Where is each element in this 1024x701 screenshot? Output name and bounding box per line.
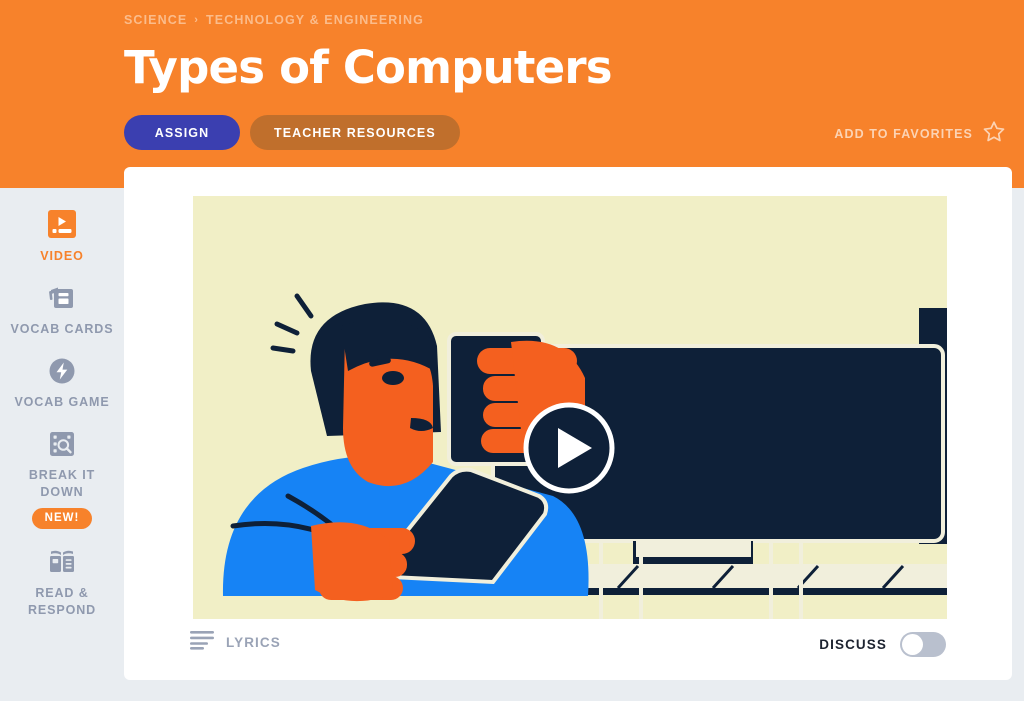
- discuss-toggle[interactable]: [900, 632, 946, 657]
- video-thumbnail-illustration: [193, 196, 947, 619]
- discuss-toggle-knob: [902, 634, 923, 655]
- lyrics-button[interactable]: LYRICS: [190, 630, 281, 655]
- discuss-control: DISCUSS: [819, 632, 946, 657]
- breadcrumb: SCIENCE › TECHNOLOGY & ENGINEERING: [124, 13, 424, 27]
- card-footer: LYRICS DISCUSS: [124, 620, 1012, 680]
- breadcrumb-item-category[interactable]: TECHNOLOGY & ENGINEERING: [206, 13, 424, 27]
- video-icon: [46, 206, 78, 240]
- sidebar-item-video[interactable]: VIDEO: [0, 198, 124, 271]
- assign-button[interactable]: ASSIGN: [124, 115, 240, 150]
- sidebar-item-vocab-game[interactable]: VOCAB GAME: [0, 344, 124, 417]
- break-it-down-icon: [46, 425, 78, 459]
- sidebar-item-label: VOCAB CARDS: [10, 322, 114, 336]
- sidebar-item-label: BREAK IT DOWN: [28, 468, 96, 499]
- add-to-favorites-button[interactable]: ADD TO FAVORITES: [834, 120, 1006, 148]
- sidebar-nav: VIDEO VOCAB CARDS VOCAB GAME BREAK IT DO…: [0, 188, 124, 701]
- page-header: SCIENCE › TECHNOLOGY & ENGINEERING Types…: [0, 0, 1024, 188]
- sidebar-item-label: VIDEO: [40, 249, 84, 263]
- sidebar-item-read-and-respond[interactable]: READ & RESPOND: [0, 535, 124, 625]
- add-to-favorites-label: ADD TO FAVORITES: [834, 127, 973, 141]
- video-player[interactable]: [193, 196, 947, 619]
- status-badge-new: NEW!: [31, 508, 93, 529]
- breadcrumb-item-subject[interactable]: SCIENCE: [124, 13, 187, 27]
- discuss-label: DISCUSS: [819, 637, 887, 652]
- header-actions: ASSIGN TEACHER RESOURCES: [124, 115, 460, 150]
- teacher-resources-button[interactable]: TEACHER RESOURCES: [250, 115, 460, 150]
- sidebar-item-break-it-down[interactable]: BREAK IT DOWN NEW!: [0, 417, 124, 535]
- lyrics-label: LYRICS: [226, 635, 281, 650]
- vocab-cards-icon: [45, 279, 79, 313]
- open-book-icon: [45, 543, 79, 577]
- page-title: Types of Computers: [124, 41, 613, 94]
- chevron-right-icon: ›: [194, 14, 200, 26]
- content-card: LYRICS DISCUSS: [124, 167, 1012, 680]
- sidebar-item-vocab-cards[interactable]: VOCAB CARDS: [0, 271, 124, 344]
- lyrics-lines-icon: [190, 630, 214, 655]
- sidebar-item-label: READ & RESPOND: [27, 586, 97, 617]
- star-outline-icon: [982, 120, 1006, 148]
- vocab-game-bolt-icon: [47, 352, 77, 386]
- sidebar-item-label: VOCAB GAME: [14, 395, 110, 409]
